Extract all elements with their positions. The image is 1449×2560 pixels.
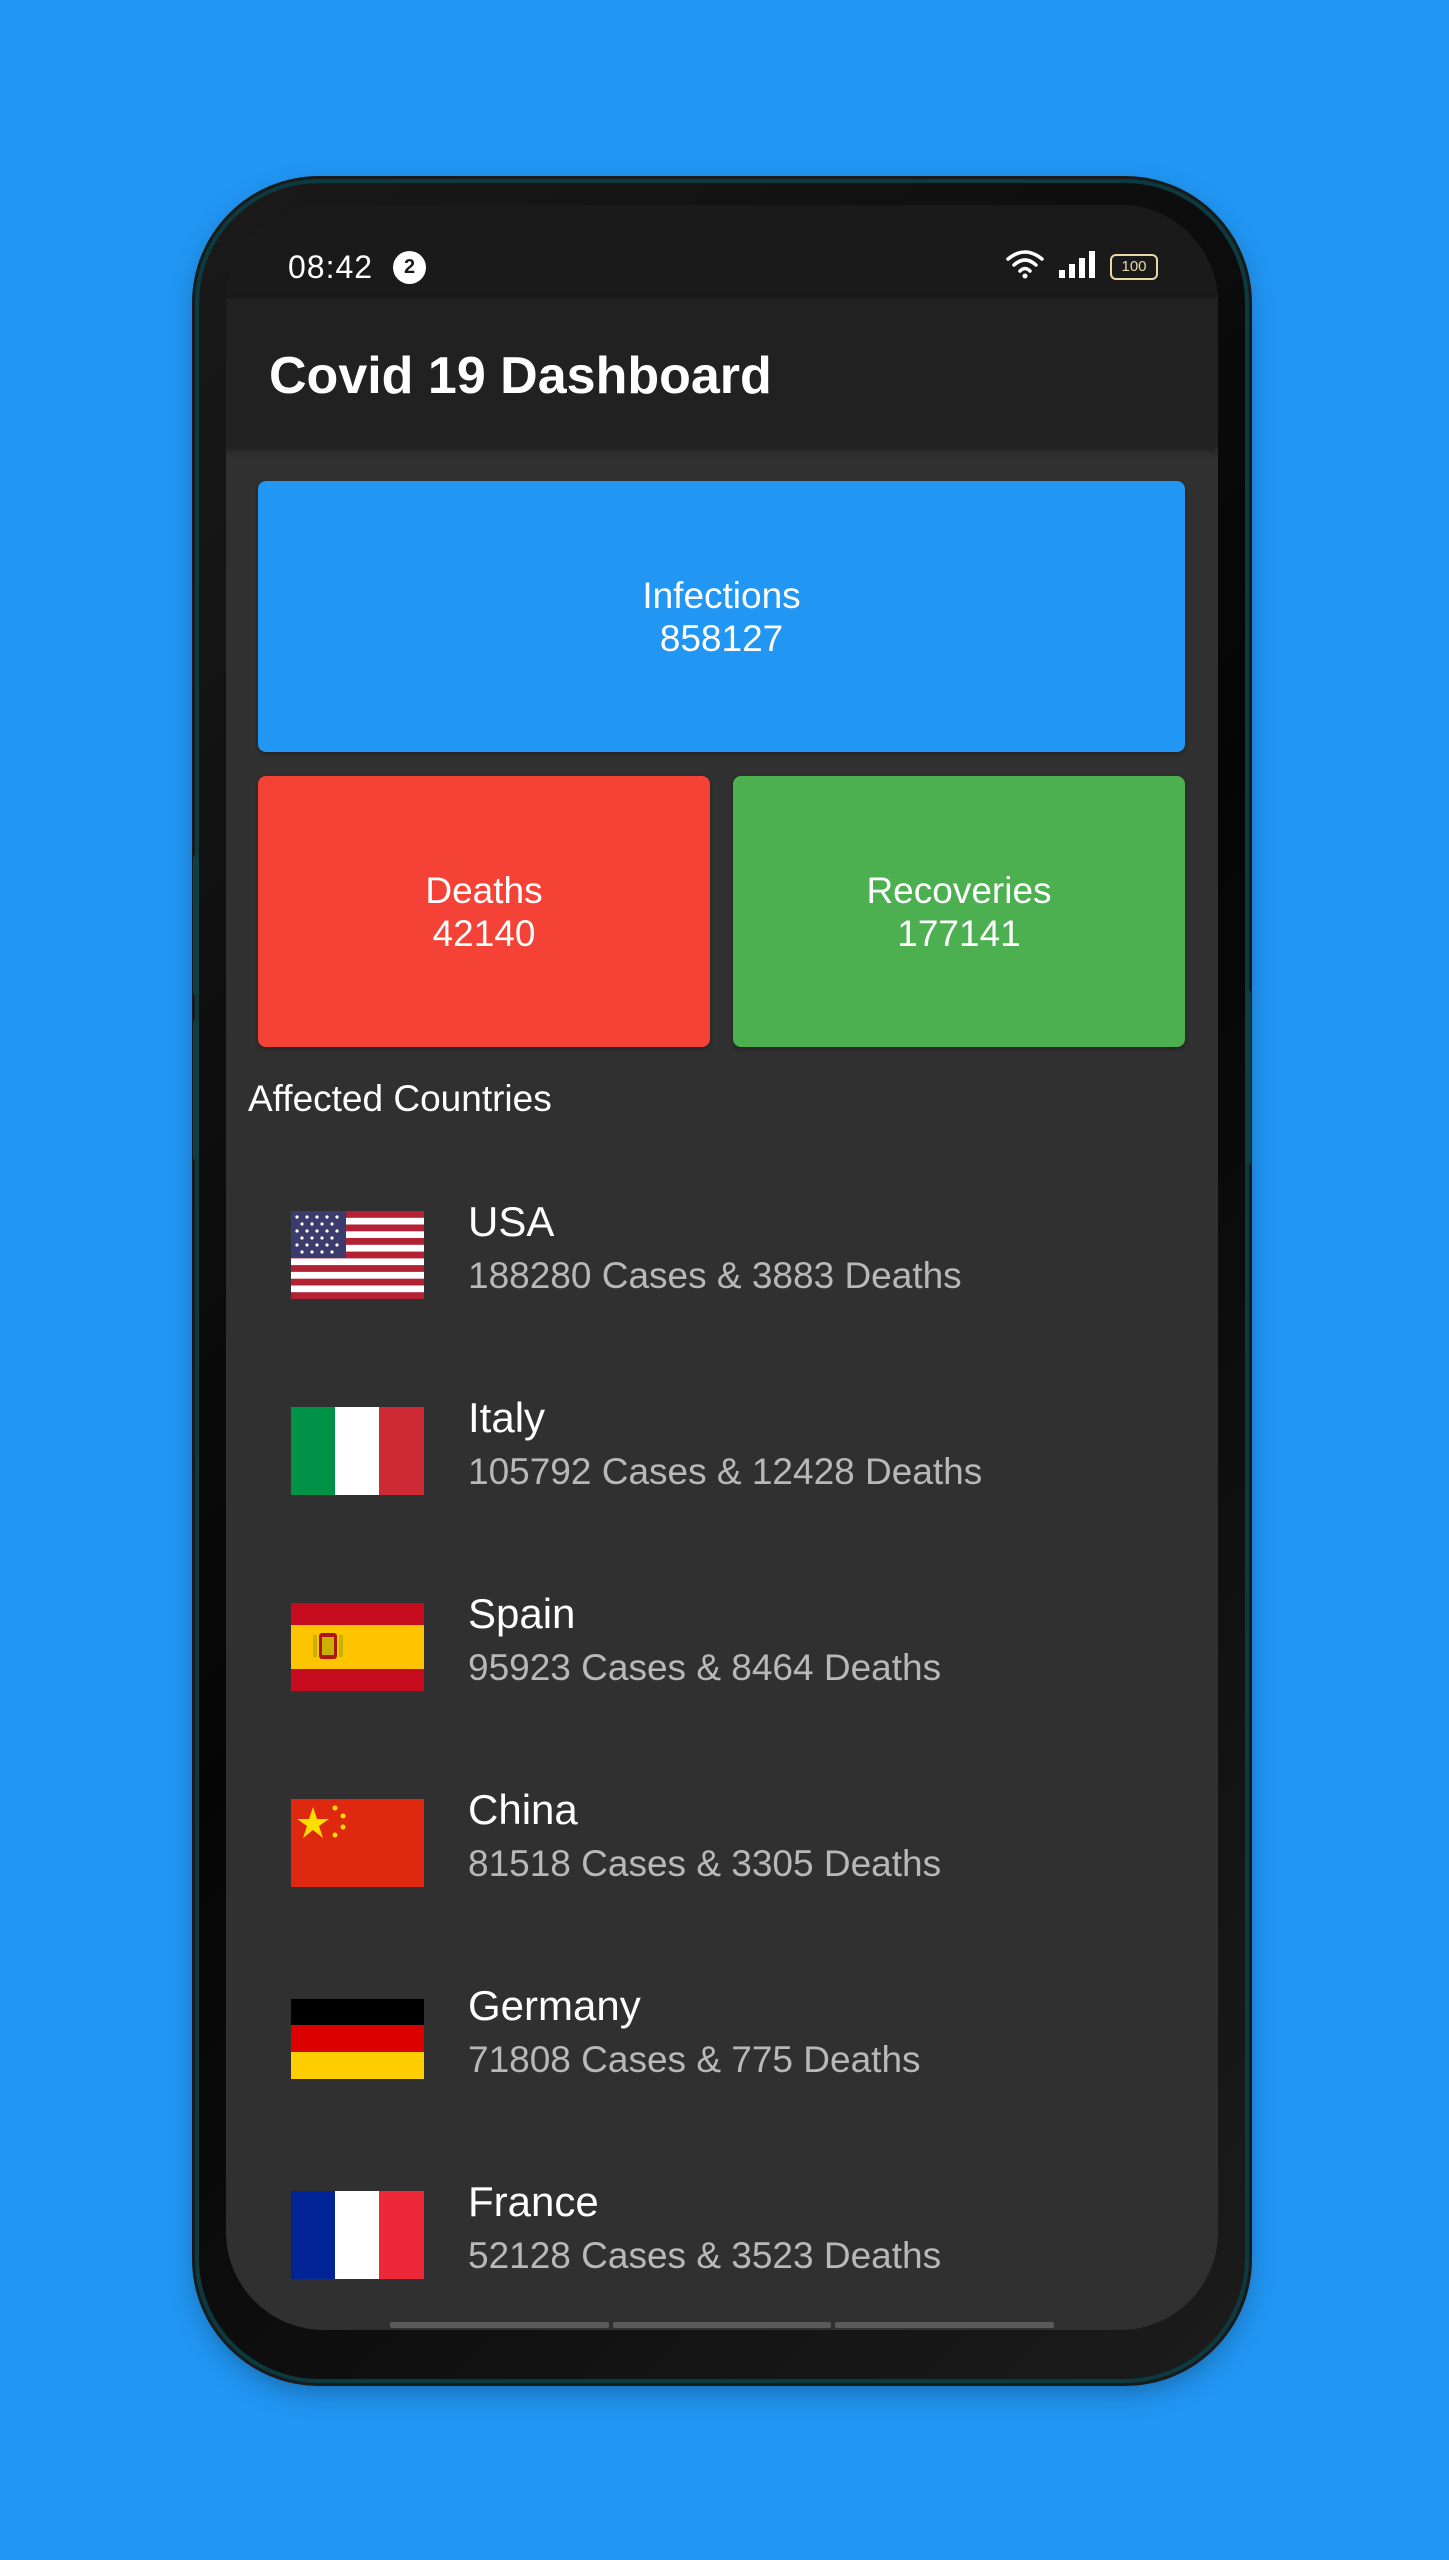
country-name: USA [468,1198,555,1245]
infections-value: 858127 [659,617,784,659]
recoveries-card[interactable]: Recoveries 177141 [733,776,1185,1047]
infections-card[interactable]: Infections 858127 [258,481,1185,752]
italy-flag-icon [291,1407,424,1495]
app-bar: Covid 19 Dashboard [226,298,1218,448]
list-item[interactable]: USA 188280 Cases & 3883 Deaths [226,1145,1218,1341]
recoveries-label: Recoveries [866,869,1052,911]
list-item[interactable]: China 81518 Cases & 3305 Deaths [226,1733,1218,1929]
country-name: Spain [468,1590,576,1637]
app-screen: 08:42 2 100 Covid 19 Dashboard Infection… [226,205,1218,2330]
battery-icon: 100 [1110,253,1158,280]
volume-button [193,1020,199,1160]
country-name: Italy [468,1394,546,1441]
list-item[interactable]: Italy 105792 Cases & 12428 Deaths [226,1341,1218,1537]
china-flag-icon [291,1799,424,1887]
country-name: Germany [468,1982,641,2029]
usa-flag-icon [291,1211,424,1299]
country-name: China [468,1786,578,1833]
country-stats: 71808 Cases & 775 Deaths [468,2039,921,2080]
nav-segment [835,2322,1055,2328]
country-name: France [468,2178,599,2225]
list-item[interactable]: Spain 95923 Cases & 8464 Deaths [226,1537,1218,1733]
list-item[interactable]: France 52128 Cases & 3523 Deaths [226,2125,1218,2321]
signal-icon [1058,250,1096,283]
recoveries-value: 177141 [897,912,1021,954]
wifi-icon [1006,249,1044,284]
france-flag-icon [291,2191,424,2279]
deaths-card[interactable]: Deaths 42140 [258,776,710,1047]
country-stats: 188280 Cases & 3883 Deaths [468,1255,962,1296]
deaths-value: 42140 [432,912,536,954]
nav-segment [390,2322,609,2328]
status-time: 08:42 [288,249,374,285]
gesture-navigation-bar[interactable] [390,2322,1055,2328]
country-stats: 52128 Cases & 3523 Deaths [468,2235,942,2276]
germany-flag-icon [291,1999,424,2079]
volume-button [193,855,199,995]
status-bar: 08:42 2 100 [226,205,1218,298]
power-button [1245,990,1251,1165]
infections-label: Infections [642,574,801,616]
country-stats: 95923 Cases & 8464 Deaths [468,1647,942,1688]
notification-badge: 2 [393,251,426,284]
country-stats: 105792 Cases & 12428 Deaths [468,1451,983,1492]
deaths-label: Deaths [425,869,543,911]
country-stats: 81518 Cases & 3305 Deaths [468,1843,942,1884]
nav-segment [612,2322,832,2328]
spain-flag-icon [291,1603,424,1691]
list-item[interactable]: Germany 71808 Cases & 775 Deaths [226,1929,1218,2125]
section-title: Affected Countries [248,1078,552,1119]
status-icons: 100 [1006,249,1158,284]
page-title: Covid 19 Dashboard [269,347,772,405]
